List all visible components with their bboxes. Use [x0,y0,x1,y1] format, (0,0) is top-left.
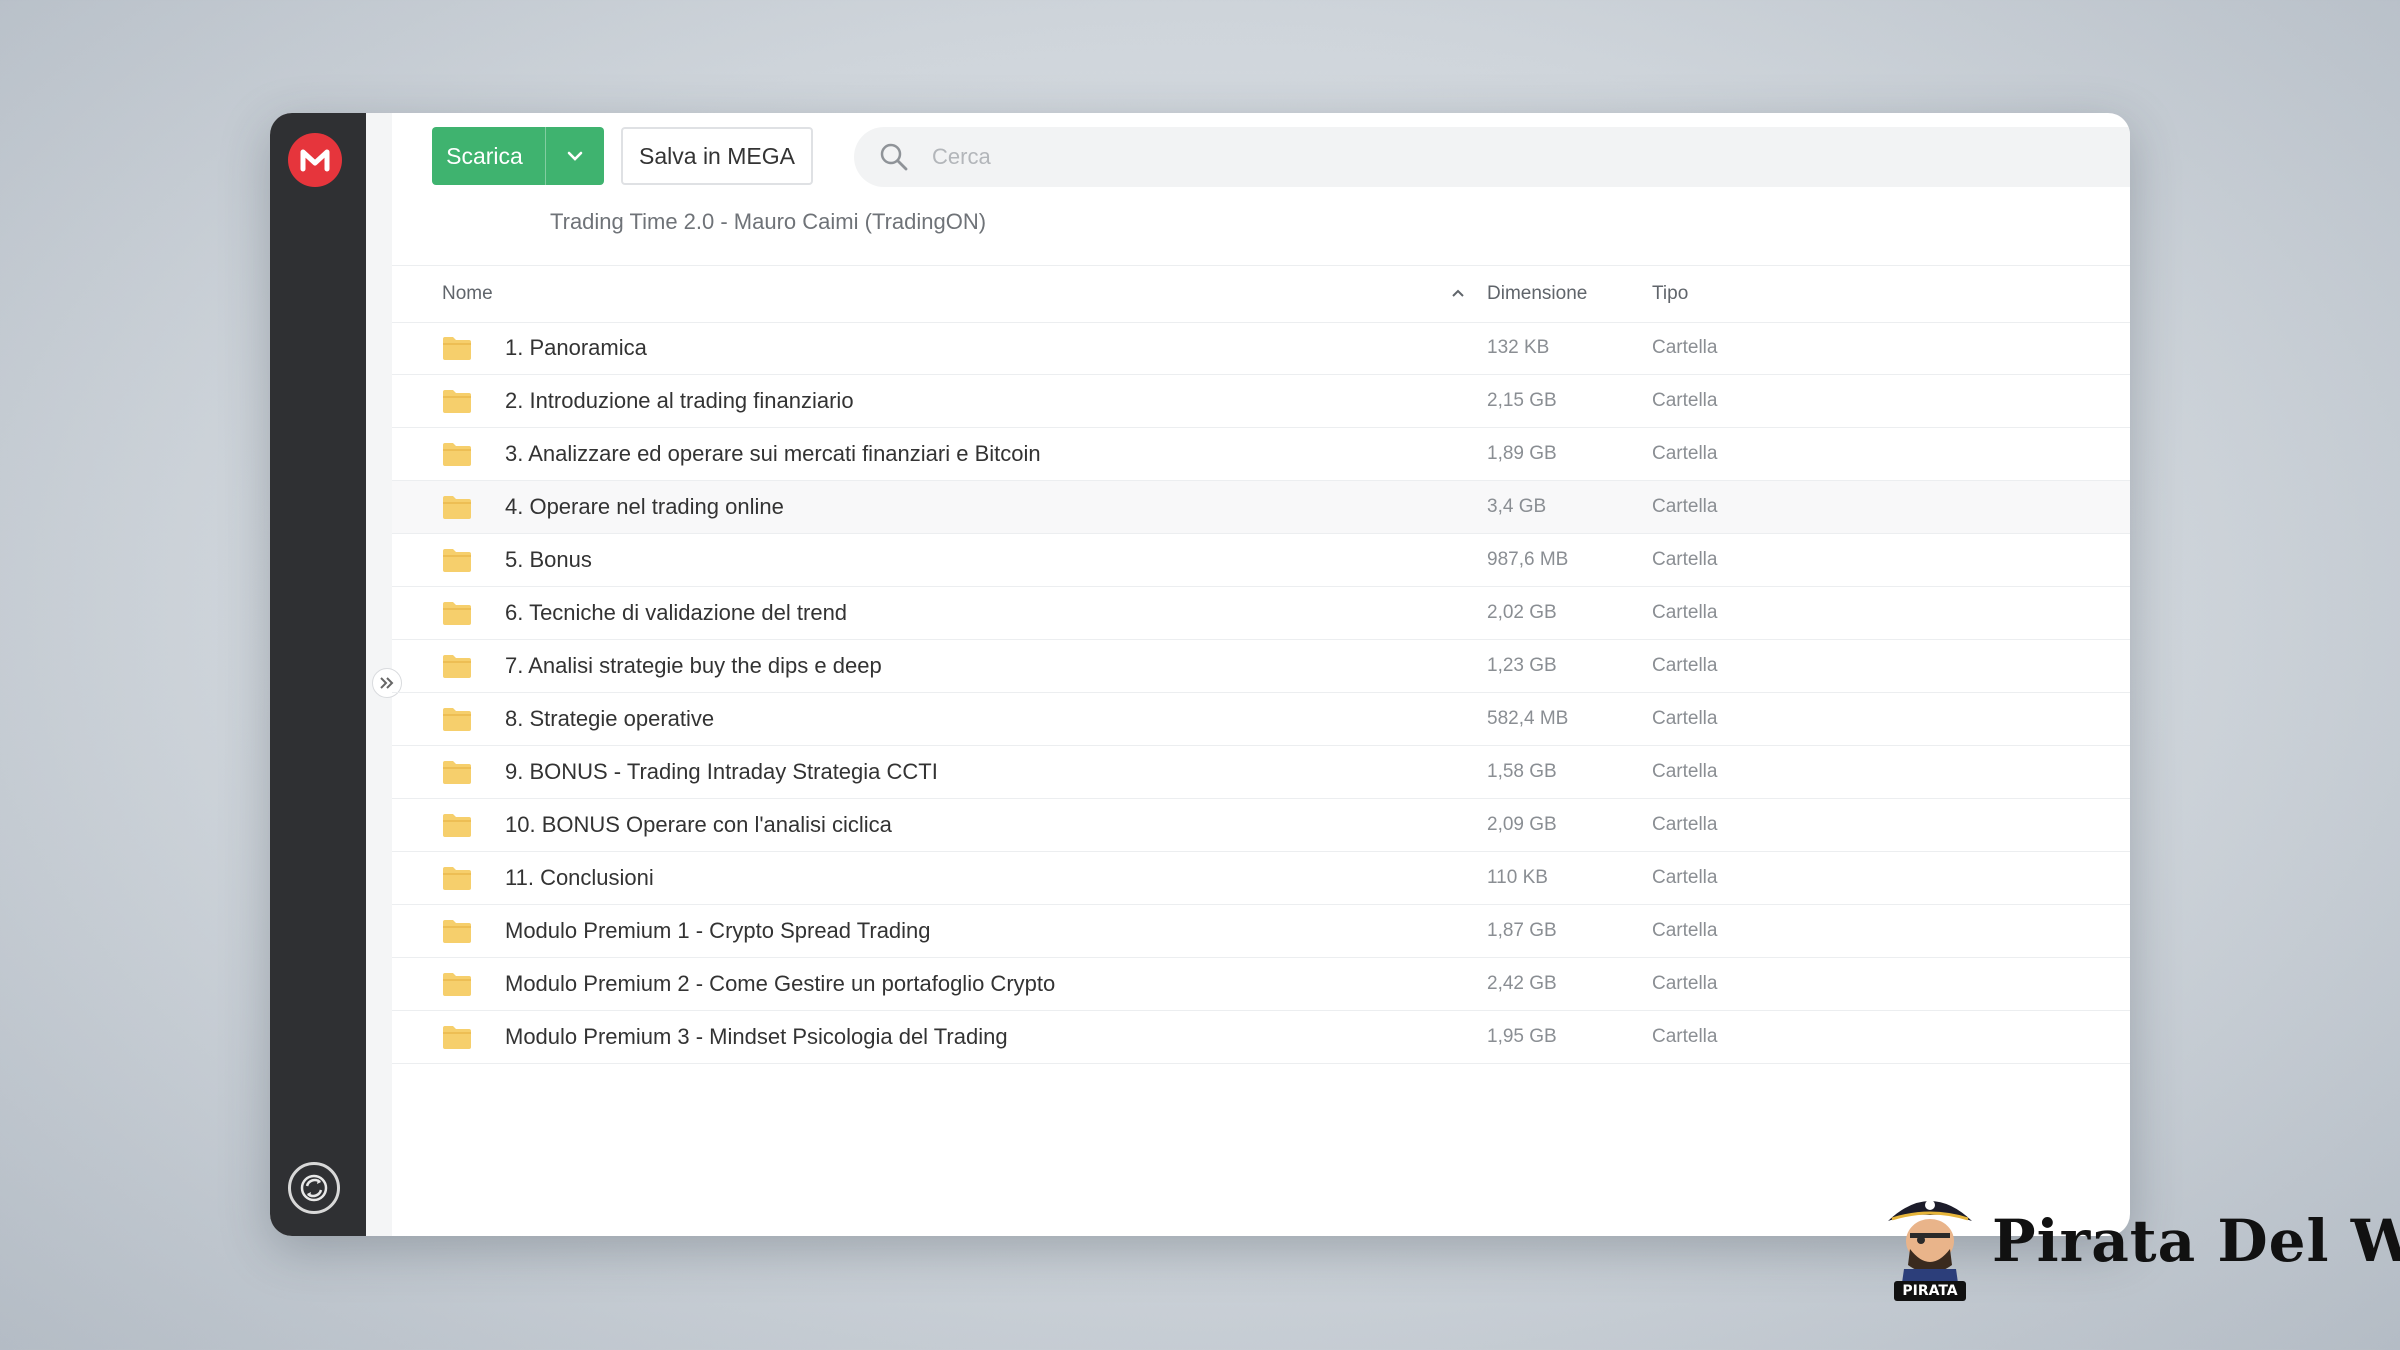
brand-name: Pirata Del Web [1992,1207,2400,1275]
file-size: 110 KB [1487,867,1548,888]
search-bar[interactable] [854,127,2130,187]
file-size: 2,42 GB [1487,973,1557,994]
column-header-type[interactable]: Tipo [1652,266,1688,322]
folder-icon [442,653,472,684]
file-size: 1,23 GB [1487,655,1557,676]
table-row[interactable]: 6. Tecniche di validazione del trend 2,0… [392,587,2130,640]
table-row[interactable]: 3. Analizzare ed operare sui mercati fin… [392,428,2130,481]
file-size: 2,09 GB [1487,814,1557,835]
file-name: 4. Operare nel trading online [505,494,784,519]
file-type: Cartella [1652,973,1718,994]
folder-icon [442,1024,472,1055]
folder-icon [442,441,472,472]
table-row[interactable]: 5. Bonus 987,6 MB Cartella [392,534,2130,587]
file-name: Modulo Premium 2 - Come Gestire un porta… [505,971,1056,996]
sync-icon[interactable] [288,1162,340,1214]
folder-icon [442,600,472,631]
breadcrumb[interactable]: Trading Time 2.0 - Mauro Caimi (TradingO… [550,209,986,235]
mega-logo-icon[interactable] [288,133,342,187]
file-name: 3. Analizzare ed operare sui mercati fin… [505,441,1041,466]
table-row[interactable]: 2. Introduzione al trading finanziario 2… [392,375,2130,428]
chevron-up-icon[interactable] [1450,285,1466,306]
folder-icon [442,759,472,790]
file-type: Cartella [1652,496,1718,517]
folder-icon [442,918,472,949]
chevron-down-icon[interactable] [545,127,604,185]
table-row[interactable]: 1. Panoramica 132 KB Cartella [392,322,2130,375]
table-row[interactable]: 4. Operare nel trading online 3,4 GB Car… [392,481,2130,534]
file-list: 1. Panoramica 132 KB Cartella 2. Introdu… [392,322,2130,1064]
file-type: Cartella [1652,920,1718,941]
file-size: 132 KB [1487,337,1550,358]
table-row[interactable]: 7. Analisi strategie buy the dips e deep… [392,640,2130,693]
file-size: 2,15 GB [1487,390,1557,411]
search-icon [874,142,914,172]
table-row[interactable]: Modulo Premium 2 - Come Gestire un porta… [392,958,2130,1011]
table-row[interactable]: Modulo Premium 1 - Crypto Spread Trading… [392,905,2130,958]
table-header: Nome Dimensione Tipo [392,265,2130,323]
table-row[interactable]: 11. Conclusioni 110 KB Cartella [392,852,2130,905]
file-name: 8. Strategie operative [505,706,715,731]
file-size: 3,4 GB [1487,496,1547,517]
folder-icon [442,388,472,419]
file-name: 7. Analisi strategie buy the dips e deep [505,653,882,678]
folder-icon [442,706,472,737]
file-name: 6. Tecniche di validazione del trend [505,600,848,625]
file-name: Modulo Premium 1 - Crypto Spread Trading [505,918,931,943]
folder-icon [442,865,472,896]
file-name: 10. BONUS Operare con l'analisi ciclica [505,812,892,837]
download-button-label: Scarica [446,142,523,169]
file-name: 9. BONUS - Trading Intraday Strategia CC… [505,759,938,784]
table-row[interactable]: Modulo Premium 3 - Mindset Psicologia de… [392,1011,2130,1064]
search-input[interactable] [930,143,2130,171]
table-row[interactable]: 9. BONUS - Trading Intraday Strategia CC… [392,746,2130,799]
mascot-label: PIRATA [1902,1283,1958,1299]
folder-icon [442,335,472,366]
file-name: 11. Conclusioni [505,865,654,890]
file-name: Modulo Premium 3 - Mindset Psicologia de… [505,1024,1008,1049]
folder-icon [442,971,472,1002]
sidebar [270,113,366,1236]
file-name: 5. Bonus [505,547,592,572]
watermark-brand: PIRATA Pirata Del Web [1880,1185,2400,1308]
column-header-name[interactable]: Nome [442,266,493,322]
table-row[interactable]: 8. Strategie operative 582,4 MB Cartella [392,693,2130,746]
file-size: 1,89 GB [1487,443,1557,464]
column-header-size[interactable]: Dimensione [1487,266,1587,322]
file-type: Cartella [1652,549,1718,570]
folder-icon [442,812,472,843]
file-size: 1,58 GB [1487,761,1557,782]
save-to-mega-button[interactable]: Salva in MEGA [621,127,813,185]
file-name: 2. Introduzione al trading finanziario [505,388,854,413]
file-size: 1,87 GB [1487,920,1557,941]
file-type: Cartella [1652,814,1718,835]
folder-icon [442,494,472,525]
pirate-mascot-icon: PIRATA [1880,1185,1980,1308]
file-type: Cartella [1652,867,1718,888]
file-type: Cartella [1652,443,1718,464]
toolbar: Scarica Salva in MEGA [432,127,2130,187]
download-button[interactable]: Scarica [432,127,604,185]
file-size: 987,6 MB [1487,549,1569,570]
file-type: Cartella [1652,337,1718,358]
file-type: Cartella [1652,708,1718,729]
file-type: Cartella [1652,602,1718,623]
file-type: Cartella [1652,390,1718,411]
mega-window: Scarica Salva in MEGA Trading Time 2.0 -… [270,113,2130,1236]
file-size: 582,4 MB [1487,708,1569,729]
file-size: 1,95 GB [1487,1026,1557,1047]
file-size: 2,02 GB [1487,602,1557,623]
table-row[interactable]: 10. BONUS Operare con l'analisi ciclica … [392,799,2130,852]
file-name: 1. Panoramica [505,335,647,360]
file-type: Cartella [1652,655,1718,676]
file-type: Cartella [1652,761,1718,782]
folder-icon [442,547,472,578]
file-type: Cartella [1652,1026,1718,1047]
